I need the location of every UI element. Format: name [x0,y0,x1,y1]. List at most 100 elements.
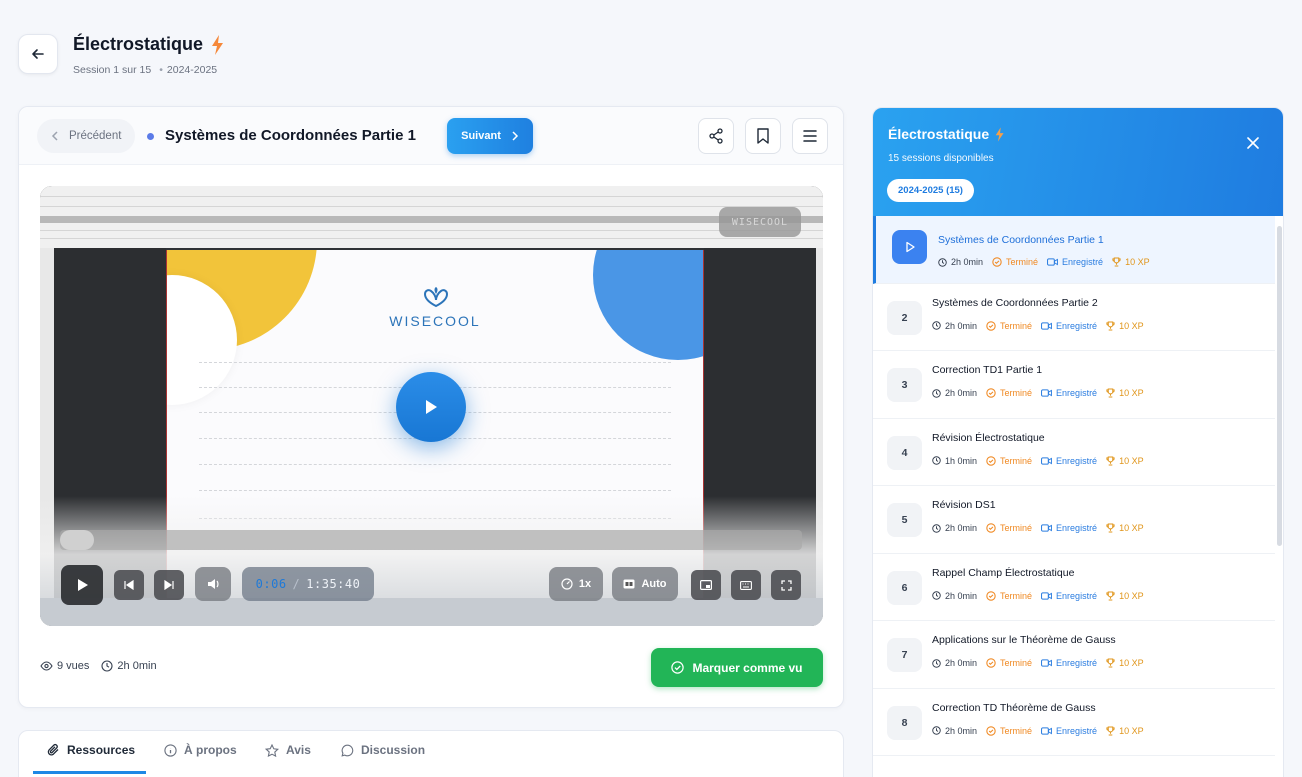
session-xp: 10 XP [1125,257,1150,267]
arrow-left-icon [32,49,44,59]
next-button[interactable]: Suivant [447,118,533,154]
previous-button[interactable]: Précédent [37,119,136,153]
trophy-icon [1106,388,1115,398]
bookmark-icon [757,128,769,144]
session-sidebar: Électrostatique 15 sessions disponibles … [872,107,1284,777]
clock-icon [932,388,941,398]
current-time: 0:06 [255,577,287,591]
play-indicator [892,230,927,264]
views-count: 9 vues [57,660,90,672]
session-status: Terminé [1006,257,1039,267]
session-duration: 2h 0min [945,320,978,331]
session-title: Correction TD1 Partie 1 [932,364,1043,376]
clock-icon [932,321,941,330]
session-item[interactable]: 4 Révision Électrostatique 1h 0min Termi… [873,418,1275,486]
fullscreen-button[interactable] [771,570,801,600]
watermark: WISECOOL [719,207,801,237]
keyboard-shortcuts-button[interactable] [731,570,761,600]
session-duration: 2h 0min [945,725,978,736]
next-track-button[interactable] [154,570,184,600]
clock-icon [938,257,947,267]
clock-icon [932,591,941,600]
session-duration: 2h 0min [945,658,978,668]
video-camera-icon [1041,591,1052,600]
mark-as-watched-button[interactable]: Marquer comme vu [651,648,823,687]
session-item[interactable]: 5 Révision DS1 2h 0min Terminé Enregistr… [873,486,1275,554]
pip-button[interactable] [691,570,721,600]
session-item[interactable]: Systèmes de Coordonnées Partie 1 2h 0min… [873,216,1275,284]
video-camera-icon [1041,726,1052,735]
year-label: 2024-2025 [159,64,217,76]
back-button[interactable] [18,34,58,74]
mark-as-watched-label: Marquer comme vu [692,660,803,675]
video-camera-icon [1041,321,1052,330]
sidebar-scrollbar[interactable] [1277,226,1282,546]
check-badge-icon [986,590,996,601]
video-meta: 9 vues 2h 0min [40,660,157,672]
session-duration: 2h 0min [945,590,978,601]
tab-label: Avis [286,743,311,757]
session-item[interactable]: 6 Rappel Champ Électrostatique 2h 0min T… [873,553,1275,621]
session-status: Terminé [1000,388,1033,398]
session-title: Révision DS1 [932,499,996,511]
sidebar-subtitle: 15 sessions disponibles [888,153,994,164]
paperclip-icon [47,743,59,756]
page-header: Électrostatique Session 1 sur 15 2024-20… [18,34,225,76]
video-camera-icon [1041,524,1052,532]
total-time: 1:35:40 [306,577,361,591]
menu-button[interactable] [792,118,828,154]
session-status: Terminé [1000,658,1033,668]
play-icon [77,579,88,591]
check-badge-icon [986,523,996,533]
clock-icon [932,456,941,465]
play-overlay-button[interactable] [396,372,466,442]
session-recorded: Enregistré [1056,523,1098,533]
play-button[interactable] [61,565,103,605]
session-recorded: Enregistré [1056,320,1098,331]
page-title: Électrostatique [73,34,204,54]
trophy-icon [1106,590,1115,601]
session-list: Systèmes de Coordonnées Partie 1 2h 0min… [873,216,1275,756]
trophy-icon [1106,320,1115,331]
video-progress-bar[interactable] [60,530,802,550]
session-xp: 10 XP [1119,658,1144,668]
tab-discussion[interactable]: Discussion [341,743,425,757]
session-xp: 10 XP [1119,388,1144,398]
session-number: 6 [887,570,922,605]
session-item[interactable]: 8 Correction TD Théorème de Gauss 2h 0mi… [873,688,1275,756]
session-number: 7 [887,638,922,672]
session-number: 8 [887,705,922,740]
share-button[interactable] [698,118,734,154]
tab-about[interactable]: À propos [164,743,237,757]
session-item[interactable]: 3 Correction TD1 Partie 1 2h 0min Termin… [873,351,1275,419]
check-badge-icon [986,725,996,736]
clock-icon [101,660,113,672]
session-item[interactable]: 7 Applications sur le Théorème de Gauss … [873,621,1275,689]
session-recorded: Enregistré [1056,658,1098,668]
tab-reviews[interactable]: Avis [265,743,311,757]
tab-resources[interactable]: Ressources [47,743,135,757]
recorded-taskbar [40,598,823,626]
video-camera-icon [1041,389,1052,397]
video-camera-icon [1041,456,1052,465]
video-player[interactable]: WISECOOL WISECOOL 0:06 / 1:35:40 1x Auto [40,186,823,626]
session-duration: 2h 0min [951,257,984,267]
lightning-icon [212,34,224,55]
time-separator: / [292,577,301,591]
progress-thumb[interactable] [60,530,94,550]
close-button[interactable] [1247,136,1259,154]
quality-button[interactable]: Auto [612,567,678,601]
time-display: 0:06 / 1:35:40 [242,567,374,601]
previous-track-button[interactable] [114,570,144,600]
lesson-toolbar: Précédent Systèmes de Coordonnées Partie… [19,107,843,165]
bookmark-button[interactable] [745,118,781,154]
hamburger-icon [803,130,817,142]
check-badge-icon [986,320,996,331]
session-title: Systèmes de Coordonnées Partie 2 [932,296,1098,309]
volume-button[interactable] [195,567,231,601]
year-filter-chip[interactable]: 2024-2025 (15) [887,179,974,202]
session-number: 4 [887,435,922,470]
session-item[interactable]: 2 Systèmes de Coordonnées Partie 2 2h 0m… [873,283,1275,351]
session-number: 2 [887,300,922,335]
speed-button[interactable]: 1x [549,567,603,601]
